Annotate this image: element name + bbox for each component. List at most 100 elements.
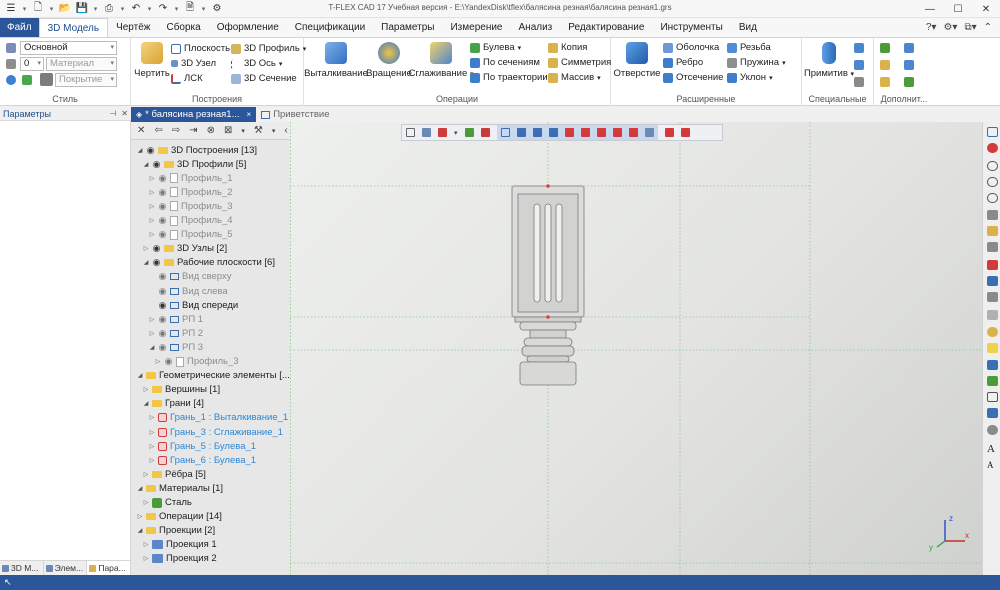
expand-arrow-icon[interactable]: ▷ — [143, 555, 149, 562]
tab-document-balyasina[interactable]: ◈ * балясина резная1... × — [131, 107, 257, 122]
boolean-button[interactable]: Булева ▾ — [470, 42, 521, 53]
pin-icon[interactable]: ⊣ — [109, 107, 116, 121]
tab-measure[interactable]: Измерение — [442, 18, 510, 37]
tree-node[interactable]: ◢ Материалы [1] — [137, 481, 223, 495]
display-icon[interactable] — [438, 128, 447, 137]
chevron-down-icon[interactable]: ▾ — [48, 2, 55, 15]
snap-tool-icon[interactable] — [644, 128, 654, 137]
tree-node[interactable]: ▷ Проекция 2 — [143, 552, 217, 566]
close-icon[interactable]: ✕ — [121, 107, 128, 121]
minimize-ribbon-icon[interactable]: ⌃ — [984, 22, 992, 33]
symmetry-button[interactable]: Симметрия — [548, 57, 611, 68]
tree-node[interactable]: ◢ Геометрические элементы [... — [137, 369, 290, 383]
minimize-icon[interactable]: — — [916, 0, 944, 18]
hole-button[interactable]: Отверстие — [614, 42, 660, 79]
settings-icon[interactable]: ⚙▾ — [943, 22, 957, 33]
settings-icon[interactable]: ⚙ — [210, 2, 224, 15]
chevron-down-icon[interactable]: ▾ — [92, 2, 99, 15]
zoom-in-icon[interactable] — [987, 177, 998, 187]
zoom-out-icon[interactable] — [987, 193, 998, 203]
view-tool-icon[interactable] — [987, 376, 998, 386]
color-icon[interactable] — [6, 75, 16, 85]
collapse-arrow-icon[interactable]: ◢ — [143, 259, 149, 266]
sweep-button[interactable]: По траектории▾ — [470, 72, 554, 83]
collapse-arrow-icon[interactable]: ◢ — [143, 400, 149, 407]
cut-button[interactable]: Отсечение — [663, 72, 723, 83]
tab-analysis[interactable]: Анализ — [511, 18, 561, 37]
snap-tool-icon[interactable] — [596, 128, 606, 137]
view-tool-icon[interactable] — [987, 408, 998, 418]
3d-node-button[interactable]: 3D Узел — [171, 58, 216, 69]
smooth-button[interactable]: Сглаживание ▾ — [409, 42, 473, 79]
tree-node[interactable]: ▷ ◉ Профиль_1 — [149, 171, 233, 185]
tree-node[interactable]: ▷ ◉ Профиль_5 — [149, 228, 233, 242]
text-icon[interactable]: A — [987, 444, 998, 455]
tree-node[interactable]: ◢ Грани [4] — [143, 397, 204, 411]
tab-editing[interactable]: Редактирование — [560, 18, 652, 37]
close-icon[interactable]: × — [247, 110, 252, 119]
snap-tool-icon[interactable] — [516, 128, 526, 137]
tools-icon[interactable]: ⚒ — [254, 125, 263, 136]
snap-tool-icon[interactable] — [628, 128, 638, 137]
revolve-button[interactable]: Вращение — [366, 42, 412, 79]
tab-specifications[interactable]: Спецификации — [287, 18, 373, 37]
tree-node[interactable]: ◢ ◉ 3D Профили [5] — [143, 157, 247, 171]
lcs-button[interactable]: ЛСК — [171, 73, 203, 84]
eye-icon[interactable]: ◉ — [152, 243, 161, 254]
tree-node[interactable]: ◢ ◉ 3D Построения [13] — [137, 143, 257, 157]
view-tool-icon[interactable] — [987, 260, 998, 270]
tree-node[interactable]: ▷ ◉ Профиль_2 — [149, 185, 233, 199]
view-tool-icon[interactable] — [987, 327, 998, 337]
eye-icon[interactable]: ◉ — [158, 328, 167, 339]
eye-icon[interactable]: ◉ — [158, 342, 167, 353]
snap-off-icon[interactable] — [480, 128, 490, 137]
select-body-icon[interactable] — [680, 128, 690, 137]
expand-arrow-icon[interactable]: ▷ — [149, 330, 155, 337]
eye-icon[interactable]: ◉ — [158, 215, 167, 226]
extra-tool-icon[interactable] — [904, 77, 914, 87]
loft-button[interactable]: По сечениям — [470, 57, 540, 68]
tree-node[interactable]: ▷ ◉ 3D Узлы [2] — [143, 242, 227, 256]
tree-node[interactable]: ▷ Сталь — [143, 496, 192, 510]
eye-icon[interactable]: ◉ — [152, 159, 161, 170]
tree-node[interactable]: ▷ Грань_3 : Сглаживание_1 — [149, 425, 283, 439]
expand-arrow-icon[interactable]: ▷ — [155, 358, 161, 365]
tree-node[interactable]: ▷ ◉ РП 2 — [149, 326, 203, 340]
collapse-arrow-icon[interactable]: ◢ — [137, 485, 143, 492]
expand-arrow-icon[interactable]: ▷ — [149, 414, 155, 421]
eye-icon[interactable]: ◉ — [158, 173, 167, 184]
forward-icon[interactable]: ⇨ — [172, 125, 180, 136]
spring-button[interactable]: Пружина ▾ — [727, 57, 786, 68]
tree-node[interactable]: ▷ Грань_6 : Булева_1 — [149, 453, 256, 467]
snap-tool-icon[interactable] — [612, 128, 622, 137]
eye-icon[interactable]: ◉ — [158, 271, 167, 282]
chevron-down-icon[interactable]: ▾ — [272, 127, 276, 135]
eye-icon[interactable]: ◉ — [158, 286, 167, 297]
array-button[interactable]: Массив ▾ — [548, 72, 601, 83]
tree-node[interactable]: ◢ Проекции [2] — [137, 524, 215, 538]
close-icon[interactable]: ✕ — [137, 125, 145, 136]
filter-icon[interactable]: ⊠ — [224, 125, 232, 136]
chevron-down-icon[interactable]: ▾ — [454, 129, 458, 137]
view-tool-icon[interactable] — [987, 292, 998, 302]
priority-combo[interactable]: 0 ▾ — [20, 57, 44, 71]
extra-tool-icon[interactable] — [904, 60, 914, 70]
tree-node[interactable]: ▷ ◉ РП 1 — [149, 312, 203, 326]
undo-icon[interactable]: ↶ — [129, 2, 143, 15]
tree-node[interactable]: ▷ ◉ Профиль_4 — [149, 214, 233, 228]
snap-tool-icon[interactable] — [548, 128, 558, 137]
menu-icon[interactable]: ☰ — [4, 2, 18, 15]
tree-node[interactable]: ◉ Вид спереди — [149, 298, 239, 312]
3d-viewport[interactable]: z x y ▾ — [290, 122, 982, 575]
3d-section-button[interactable]: 3D Сечение — [231, 73, 297, 84]
view-tool-icon[interactable] — [987, 276, 998, 286]
special-tool-icon[interactable] — [854, 43, 864, 53]
shell-button[interactable]: Оболочка — [663, 42, 719, 53]
layer-combo[interactable]: Основной ▾ — [20, 41, 117, 55]
tree-node[interactable]: ◉ Вид слева — [149, 284, 228, 298]
help-icon[interactable]: ?▾ — [926, 22, 937, 33]
collapse-arrow-icon[interactable]: ◢ — [137, 527, 143, 534]
snap-tool-icon[interactable] — [500, 128, 510, 137]
collapse-arrow-icon[interactable]: ◢ — [149, 344, 155, 351]
draft-button[interactable]: Уклон ▾ — [727, 72, 773, 83]
